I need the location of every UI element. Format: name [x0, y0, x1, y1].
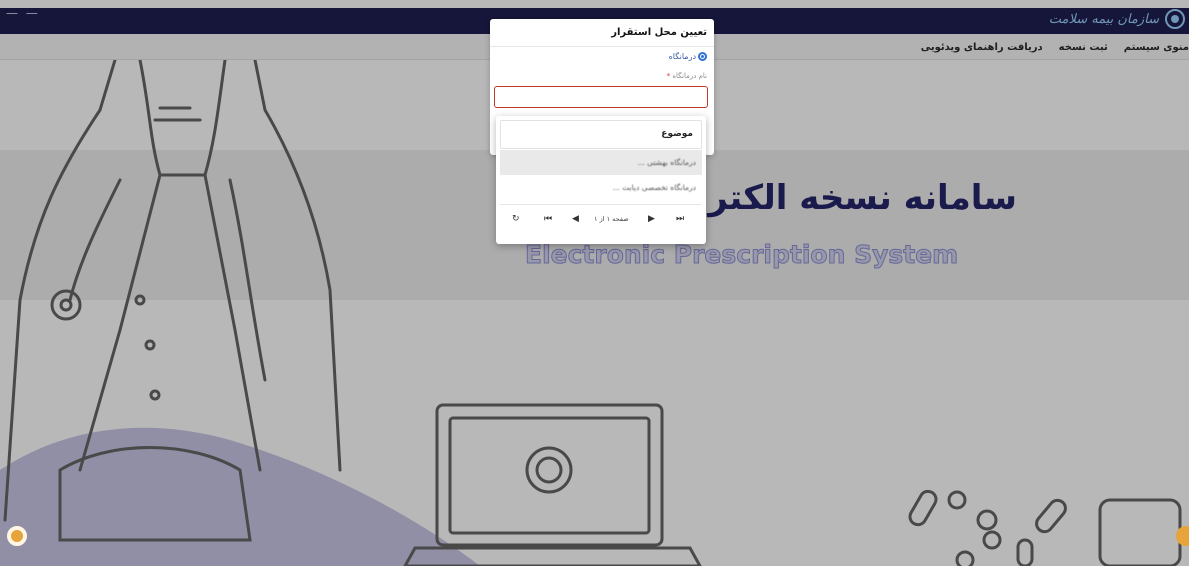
dropdown-option-label: درمانگاه تخصصی دیابت ...	[612, 183, 696, 192]
dropdown-pager: ↻ ⏮ ◀ صفحه ۱ از ۱ ▶ ⏭	[496, 214, 706, 228]
dropdown-option-label: درمانگاه بهشتی ...	[637, 158, 696, 167]
help-bubble-icon[interactable]	[7, 526, 27, 546]
clinic-name-label: نام درمانگاه *	[667, 72, 707, 80]
required-mark: *	[666, 72, 671, 80]
radio-selected-icon[interactable]	[698, 52, 707, 61]
refresh-icon[interactable]: ↻	[512, 214, 520, 224]
prev-page-icon[interactable]: ◀	[572, 214, 579, 224]
dropdown-header: موضوع	[500, 120, 702, 149]
radio-clinic-label: درمانگاه	[668, 52, 696, 61]
clinic-name-label-text: نام درمانگاه	[672, 72, 707, 80]
last-page-icon[interactable]: ⏭	[676, 214, 684, 224]
modal-title: تعیین محل استقرار	[611, 27, 707, 38]
dropdown-option[interactable]: درمانگاه بهشتی ...	[500, 150, 702, 175]
radio-clinic[interactable]: درمانگاه	[669, 52, 707, 61]
page-indicator: صفحه ۱ از ۱	[594, 215, 629, 223]
support-bubble-icon[interactable]	[1176, 526, 1189, 546]
clinic-dropdown: موضوع درمانگاه بهشتی ... درمانگاه تخصصی …	[496, 116, 706, 244]
next-page-icon[interactable]: ▶	[648, 214, 655, 224]
dropdown-header-label: موضوع	[661, 129, 693, 139]
dropdown-option[interactable]: درمانگاه تخصصی دیابت ...	[500, 175, 702, 200]
modal-divider	[490, 46, 714, 47]
app-page: — — سازمان بیمه سلامت منوی سیستم ثبت نسخ…	[0, 0, 1189, 566]
first-page-icon[interactable]: ⏮	[544, 214, 552, 224]
dropdown-divider	[500, 204, 702, 205]
clinic-name-input[interactable]	[494, 86, 708, 108]
